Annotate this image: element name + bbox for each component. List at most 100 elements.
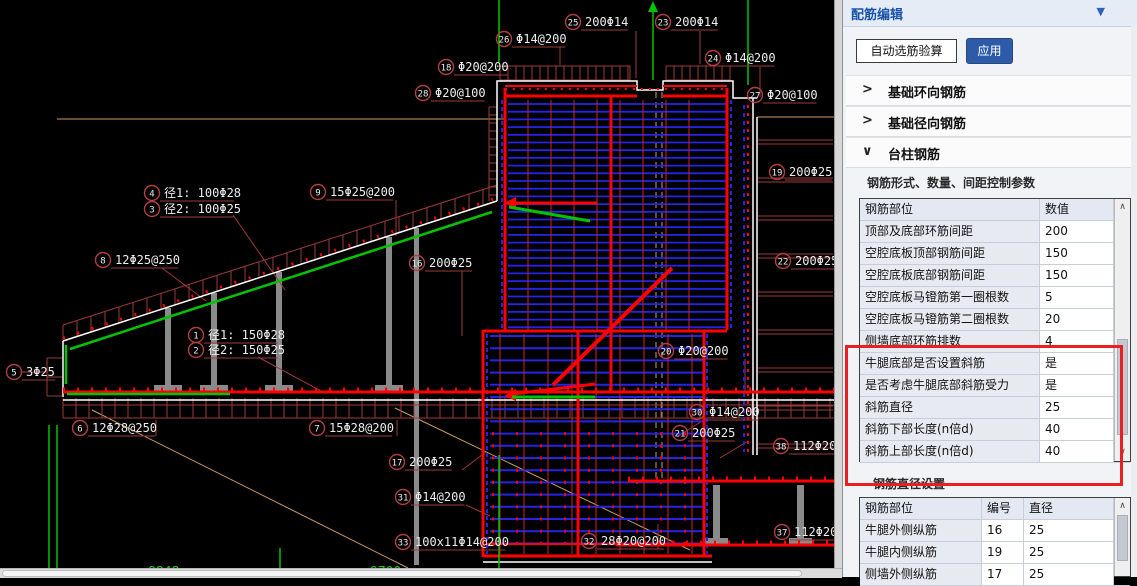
param-name-cell: 侧墙底部环筋排数 bbox=[860, 331, 1040, 353]
callout-number: 25 bbox=[568, 19, 579, 29]
callout-number: 32 bbox=[584, 538, 595, 548]
section-label: 基础环向钢筋 bbox=[888, 82, 966, 101]
table-row: 牛腿内侧纵筋1925 bbox=[860, 542, 1130, 564]
horizontal-scrollbar-thumb[interactable] bbox=[2, 570, 802, 577]
callout-text: 200Φ25 bbox=[429, 256, 472, 270]
scroll-down-icon[interactable]: ∨ bbox=[1115, 445, 1130, 460]
callout-text: 12Φ25@250 bbox=[115, 253, 180, 267]
callout-text: 112Φ20@2 bbox=[793, 439, 834, 453]
column-header: 钢筋部位 bbox=[860, 199, 1040, 221]
panel-title: 配筋编辑 bbox=[851, 4, 903, 23]
callout-text: 径1: 100Φ28 bbox=[164, 186, 241, 200]
section-foundation-radial-rebar[interactable]: > 基础径向钢筋 bbox=[846, 106, 1135, 137]
param-table: 钢筋部位 数值 顶部及底部环筋间距200空腔底板顶部钢筋间距150空腔底板底部钢… bbox=[859, 198, 1131, 462]
scroll-up-icon[interactable]: ∧ bbox=[1115, 200, 1130, 215]
callout-text: 径2: 100Φ25 bbox=[164, 202, 241, 216]
callout-text: 200Φ25 bbox=[789, 165, 832, 179]
param-group-title: 钢筋形式、数量、间距控制参数 bbox=[867, 174, 1035, 191]
param-value-cell[interactable]: 是 bbox=[1040, 375, 1114, 397]
foundation-section-drawing: 25200Φ1423200Φ1426Φ14@20018Φ20@20024Φ14@… bbox=[0, 0, 834, 568]
param-value-cell[interactable]: 20 bbox=[1040, 309, 1114, 331]
param-name-cell: 顶部及底部环筋间距 bbox=[860, 221, 1040, 243]
diameter-table-scrollbar[interactable]: ∧ bbox=[1114, 498, 1130, 576]
callout-number: 22 bbox=[778, 258, 789, 268]
callout-text: Φ20@200 bbox=[458, 60, 509, 74]
param-value-cell[interactable]: 40 bbox=[1040, 441, 1114, 463]
param-name-cell: 斜筋上部长度(n倍d) bbox=[860, 441, 1040, 463]
section-foundation-hoop-rebar[interactable]: > 基础环向钢筋 bbox=[846, 75, 1135, 106]
diameter-table: 钢筋部位 编号 直径 牛腿外侧纵筋1625牛腿内侧纵筋1925侧墙外侧纵筋172… bbox=[859, 497, 1131, 577]
rebar-diameter-cell[interactable]: 25 bbox=[1024, 520, 1114, 542]
callout-text: 100x11Φ14@200 bbox=[415, 535, 509, 549]
rebar-number-cell[interactable]: 19 bbox=[982, 542, 1024, 564]
rebar-diameter-cell[interactable]: 25 bbox=[1024, 542, 1114, 564]
auto-select-check-button[interactable]: 自动选筋验算 bbox=[856, 39, 957, 63]
param-value-cell[interactable]: 是 bbox=[1040, 353, 1114, 375]
scrollbar-thumb[interactable] bbox=[1117, 339, 1128, 435]
param-value-cell[interactable]: 4 bbox=[1040, 331, 1114, 353]
callout-text: Φ14@200 bbox=[415, 490, 466, 504]
callout-number: 38 bbox=[776, 443, 787, 453]
param-name-cell: 空腔底板马镫筋第二圈根数 bbox=[860, 309, 1040, 331]
rebar-number-cell[interactable]: 17 bbox=[982, 564, 1024, 586]
param-name-cell: 是否考虑牛腿底部斜筋受力 bbox=[860, 375, 1040, 397]
callout-number: 8 bbox=[100, 257, 105, 267]
callout-number: 7 bbox=[314, 425, 319, 435]
cad-viewport[interactable]: 25200Φ1423200Φ1426Φ14@20018Φ20@20024Φ14@… bbox=[0, 0, 834, 568]
param-value-cell[interactable]: 150 bbox=[1040, 265, 1114, 287]
param-table-header: 钢筋部位 数值 bbox=[860, 199, 1130, 221]
diameter-group-title: 钢筋直径设置 bbox=[873, 475, 945, 492]
rebar-edit-app: 25200Φ1423200Φ1426Φ14@20018Φ20@20024Φ14@… bbox=[0, 0, 1137, 577]
param-name-cell: 斜筋下部长度(n倍d) bbox=[860, 419, 1040, 441]
callout-number: 24 bbox=[708, 55, 719, 65]
column-header: 钢筋部位 bbox=[860, 498, 982, 520]
panel-scroll-strip[interactable] bbox=[1131, 26, 1137, 577]
callout-text: 径2: 150Φ25 bbox=[208, 343, 285, 357]
param-value-cell[interactable]: 40 bbox=[1040, 419, 1114, 441]
callout-number: 27 bbox=[750, 92, 761, 102]
param-value-cell[interactable]: 5 bbox=[1040, 287, 1114, 309]
callout-number: 16 bbox=[412, 260, 423, 270]
rebar-number-cell[interactable]: 16 bbox=[982, 520, 1024, 542]
param-name-cell: 牛腿底部是否设置斜筋 bbox=[860, 353, 1040, 375]
callout-text: Φ14@200 bbox=[709, 405, 760, 419]
param-value-cell[interactable]: 25 bbox=[1040, 397, 1114, 419]
diameter-table-header: 钢筋部位 编号 直径 bbox=[860, 498, 1130, 520]
scroll-up-icon[interactable]: ∧ bbox=[1115, 499, 1130, 514]
callout-number: 21 bbox=[675, 430, 686, 440]
callout-text: 12Φ28@250 bbox=[92, 421, 157, 435]
section-pedestal-rebar[interactable]: ∨ 台柱钢筋 bbox=[846, 137, 1135, 168]
rebar-part-cell: 牛腿内侧纵筋 bbox=[860, 542, 982, 564]
section-label: 台柱钢筋 bbox=[888, 144, 940, 163]
callout-number: 30 bbox=[692, 409, 703, 419]
table-row: 侧墙底部环筋排数4 bbox=[860, 331, 1130, 353]
param-value-cell[interactable]: 150 bbox=[1040, 243, 1114, 265]
rebar-edit-panel: 配筋编辑 ▼ 自动选筋验算 应用 > 基础环向钢筋 > 基础径向钢筋 ∨ 台柱钢… bbox=[842, 0, 1137, 577]
table-row: 空腔底板马镫筋第二圈根数20 bbox=[860, 309, 1130, 331]
callout-text: 112Φ20@2 bbox=[794, 525, 834, 539]
param-value-cell[interactable]: 200 bbox=[1040, 221, 1114, 243]
collapse-panel-icon[interactable]: ▼ bbox=[1097, 5, 1105, 18]
callout-number: 26 bbox=[499, 36, 510, 46]
callout-text: 200Φ25 bbox=[409, 455, 452, 469]
callout-text: 15Φ25@200 bbox=[330, 185, 395, 199]
callout-number: 6 bbox=[77, 425, 82, 435]
rebar-diameter-cell[interactable]: 25 bbox=[1024, 564, 1114, 586]
callout-text: 15Φ28@200 bbox=[329, 421, 394, 435]
chevron-down-icon: ∨ bbox=[862, 144, 873, 159]
callout-number: 9 bbox=[315, 189, 320, 199]
scrollbar-thumb[interactable] bbox=[1117, 515, 1128, 561]
callout-number: 5 bbox=[11, 369, 16, 379]
param-name-cell: 空腔底板马镫筋第一圈根数 bbox=[860, 287, 1040, 309]
table-row: 空腔底板顶部钢筋间距150 bbox=[860, 243, 1130, 265]
callout-text: 200Φ14 bbox=[585, 15, 628, 29]
callout-number: 1 bbox=[193, 332, 198, 342]
rebar-part-cell: 侧墙外侧纵筋 bbox=[860, 564, 982, 586]
callout-text: Φ20@100 bbox=[435, 86, 486, 100]
apply-button[interactable]: 应用 bbox=[966, 38, 1013, 64]
table-row: 侧墙外侧纵筋1725 bbox=[860, 564, 1130, 586]
chevron-right-icon: > bbox=[862, 113, 873, 128]
param-table-scrollbar[interactable]: ∧ ∨ bbox=[1114, 199, 1130, 461]
callout-text: Φ20@200 bbox=[678, 344, 729, 358]
callout-number: 31 bbox=[398, 494, 409, 504]
